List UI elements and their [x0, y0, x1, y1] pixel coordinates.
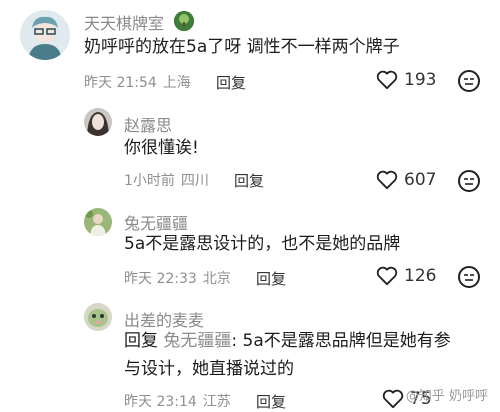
comment-time: 昨天 21:54 [84, 75, 157, 91]
comment-text: 你很懂诶! [124, 138, 199, 158]
heart-icon [382, 389, 404, 409]
comment-item-2: 赵露思 你很懂诶! 1小时前 四川 回复 607 [0, 100, 500, 200]
comment-username[interactable]: 赵露思 [124, 112, 172, 136]
like-count: 126 [404, 266, 437, 286]
comment-meta: 1小时前 四川 [124, 170, 215, 190]
watermark: @知乎 奶呼呼 [405, 389, 488, 404]
dislike-button[interactable] [458, 170, 480, 192]
reply-button[interactable]: 回复 [234, 170, 264, 191]
like-button[interactable]: 126 [376, 266, 436, 286]
reply-button[interactable]: 回复 [216, 72, 246, 93]
comment-text: 回复 兔无疆疆: 5a不是露思品牌但是她有参 与设计，她直播说过的 [124, 327, 451, 383]
like-button[interactable]: 607 [376, 170, 436, 190]
reply-button[interactable]: 回复 [256, 391, 286, 412]
like-count: 193 [404, 70, 437, 90]
avatar[interactable] [20, 10, 70, 60]
comment-text: 奶呼呼的放在5a了呀 调性不一样两个牌子 [84, 37, 400, 57]
comment-username[interactable]: 天天棋牌室 [84, 10, 164, 34]
comment-text-line2: 与设计，她直播说过的 [124, 359, 294, 379]
like-count: 607 [404, 170, 437, 190]
comment-location: 上海 [162, 75, 191, 91]
avatar[interactable] [84, 208, 112, 236]
comment-meta: 昨天 21:54 上海 [84, 72, 197, 92]
comment-location: 四川 [180, 173, 209, 189]
comment-text: 5a不是露思设计的，也不是她的品牌 [124, 234, 401, 254]
comment-item-3: 兔无疆疆 5a不是露思设计的，也不是她的品牌 昨天 22:33 北京 回复 126 [0, 200, 500, 295]
comment-text-line1: : 5a不是露思品牌但是她有参 [231, 331, 451, 351]
dislike-button[interactable] [458, 266, 480, 288]
comment-meta: 昨天 22:33 北京 [124, 268, 237, 288]
heart-icon [376, 266, 398, 286]
comment-location: 北京 [202, 271, 231, 287]
comment-time: 昨天 23:14 [124, 394, 197, 410]
like-button[interactable]: 193 [376, 70, 436, 90]
reply-prefix: 回复 [124, 331, 158, 351]
mention-link[interactable]: 兔无疆疆 [163, 331, 231, 351]
comment-time: 1小时前 [124, 173, 175, 189]
comment-meta: 昨天 23:14 江苏 [124, 391, 237, 411]
unhappy-face-icon [464, 274, 474, 281]
avatar[interactable] [84, 108, 112, 136]
unhappy-face-icon [464, 78, 474, 85]
unhappy-face-icon [464, 178, 474, 185]
comment-location: 江苏 [202, 394, 231, 410]
heart-icon [376, 170, 398, 190]
avatar[interactable] [84, 303, 112, 331]
comment-item-1: 天天棋牌室 奶呼呼的放在5a了呀 调性不一样两个牌子 昨天 21:54 上海 回复… [0, 0, 500, 100]
heart-icon [376, 70, 398, 90]
dislike-button[interactable] [458, 70, 480, 92]
tree-badge-icon [174, 11, 194, 31]
comment-time: 昨天 22:33 [124, 271, 197, 287]
reply-button[interactable]: 回复 [256, 268, 286, 289]
